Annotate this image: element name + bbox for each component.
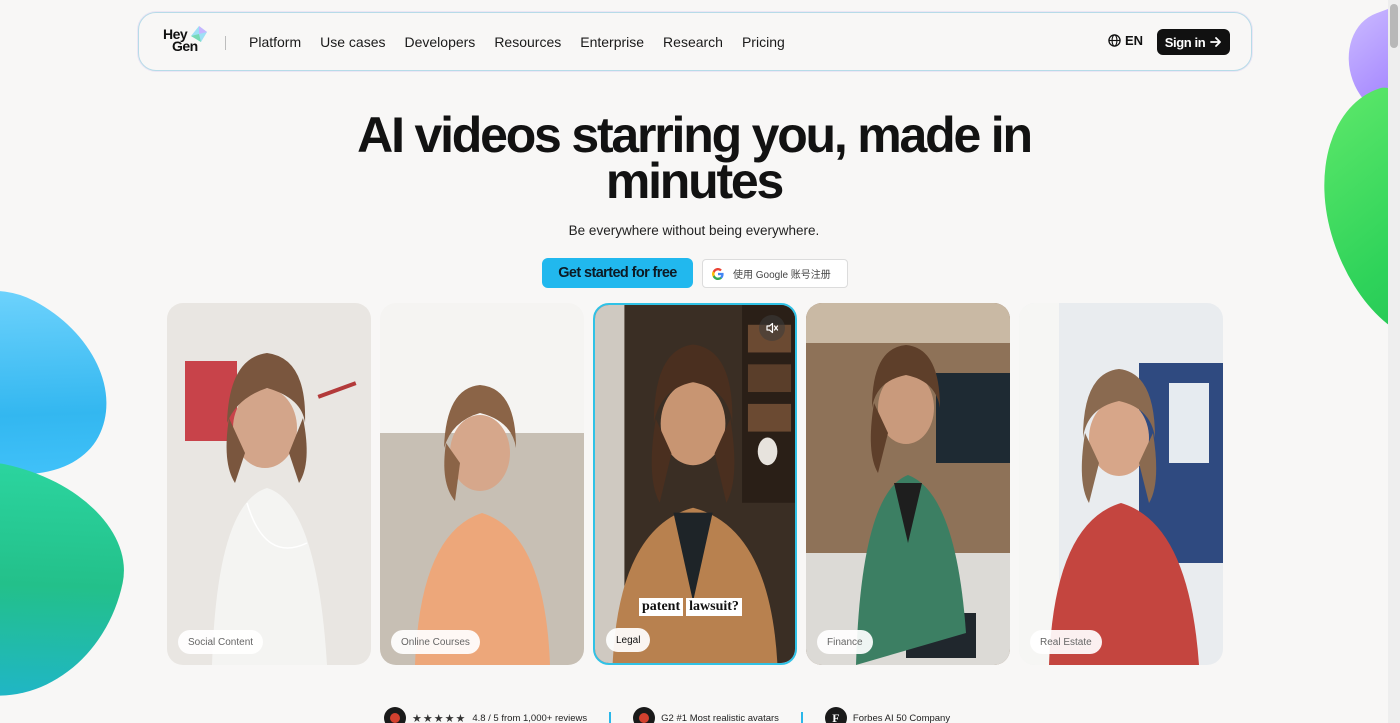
card-label: Real Estate	[1030, 630, 1102, 654]
video-caption: patent lawsuit?	[639, 598, 742, 616]
top-navigation: Hey Gen Platform Use cases Developers Re…	[138, 12, 1252, 71]
speaker-muted-icon	[766, 322, 779, 334]
arrow-right-icon	[1210, 37, 1222, 47]
nav-link-use-cases[interactable]: Use cases	[320, 34, 385, 50]
g2-badge-icon	[384, 707, 406, 723]
video-thumbnail	[1019, 303, 1223, 665]
caption-word: patent	[639, 598, 684, 616]
forbes-badge-icon: F	[824, 707, 847, 723]
social-proof-bar: ★★★★★ 4.8 / 5 from 1,000+ reviews G2 #1 …	[384, 707, 951, 723]
decorative-blob-green	[0, 451, 142, 719]
video-card-real-estate[interactable]: Real Estate	[1019, 303, 1223, 665]
nav-divider	[225, 36, 226, 50]
g2-item: G2 #1 Most realistic avatars	[633, 707, 779, 723]
nav-link-research[interactable]: Research	[663, 34, 723, 50]
globe-icon	[1108, 34, 1121, 47]
mute-button[interactable]	[759, 315, 785, 341]
rating-item: ★★★★★ 4.8 / 5 from 1,000+ reviews	[384, 707, 587, 723]
sign-in-button[interactable]: Sign in	[1157, 29, 1230, 55]
video-card-legal[interactable]: patent lawsuit? Legal	[593, 303, 797, 665]
get-started-button[interactable]: Get started for free	[542, 258, 693, 288]
google-signup-button[interactable]: 使用 Google 账号注册	[702, 259, 848, 288]
nav-links: Platform Use cases Developers Resources …	[249, 13, 804, 70]
video-thumbnail	[806, 303, 1010, 665]
card-label: Finance	[817, 630, 873, 654]
proof-divider	[800, 712, 803, 723]
forbes-letter: F	[832, 710, 840, 723]
rating-text: 4.8 / 5 from 1,000+ reviews	[472, 712, 588, 723]
google-signup-label: 使用 Google 账号注册	[733, 270, 831, 281]
hero-title: AI videos starring you, made in minutes	[357, 107, 1033, 209]
page-scrollbar[interactable]	[1388, 0, 1400, 723]
card-label: Social Content	[178, 630, 264, 654]
g2-badge-icon	[633, 707, 656, 723]
nav-link-pricing[interactable]: Pricing	[742, 34, 785, 50]
nav-link-developers[interactable]: Developers	[404, 34, 475, 50]
scrollbar-thumb[interactable]	[1390, 4, 1398, 48]
heygen-logo[interactable]: Hey Gen	[163, 26, 209, 56]
forbes-text: Forbes AI 50 Company	[852, 712, 951, 723]
google-g-icon	[712, 267, 724, 280]
sign-in-label: Sign in	[1164, 34, 1206, 50]
card-label: Legal	[606, 628, 651, 652]
nav-link-enterprise[interactable]: Enterprise	[580, 34, 644, 50]
logo-mark-icon	[191, 26, 207, 42]
language-selector[interactable]: EN	[1108, 33, 1143, 48]
g2-text: G2 #1 Most realistic avatars	[661, 712, 779, 723]
video-thumbnail	[167, 303, 371, 665]
nav-link-resources[interactable]: Resources	[494, 34, 561, 50]
video-card-finance[interactable]: Finance	[806, 303, 1010, 665]
decorative-blob-green-right	[1293, 76, 1400, 364]
video-card-online-courses[interactable]: Online Courses	[380, 303, 584, 665]
card-label: Online Courses	[391, 630, 480, 654]
star-rating-icons: ★★★★★	[412, 712, 467, 723]
hero-subtitle: Be everywhere without being everywhere.	[568, 223, 820, 238]
nav-link-platform[interactable]: Platform	[249, 34, 301, 50]
language-label: EN	[1125, 33, 1144, 48]
caption-word: lawsuit?	[686, 598, 742, 616]
proof-divider	[609, 712, 612, 723]
forbes-item: F Forbes AI 50 Company	[824, 707, 951, 723]
video-card-social-content[interactable]: Social Content	[167, 303, 371, 665]
video-thumbnail	[380, 303, 584, 665]
